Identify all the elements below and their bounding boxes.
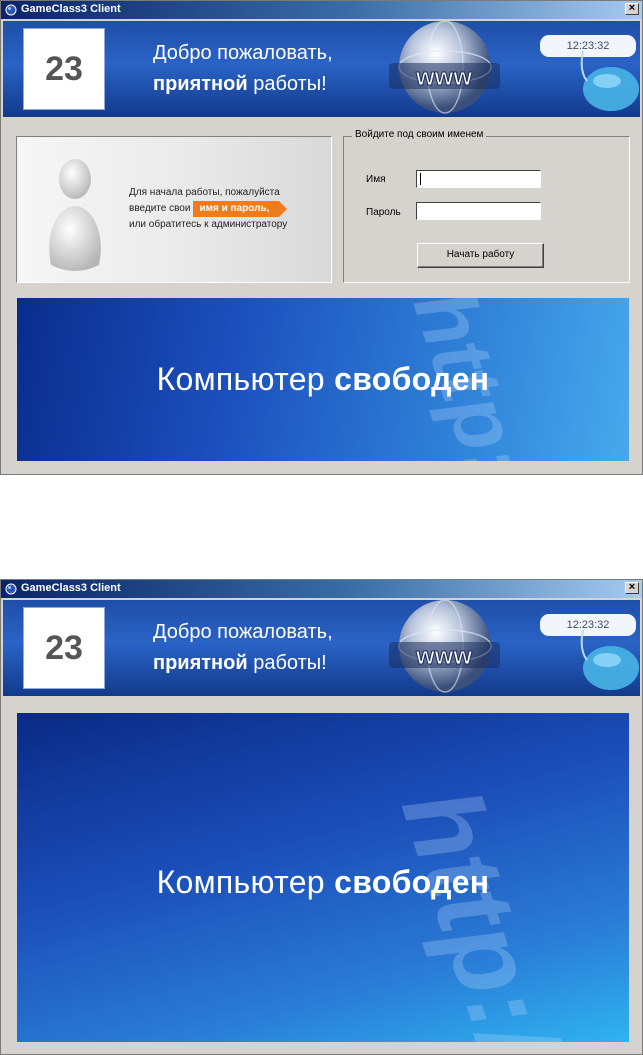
hint-line-1: Для начала работы, пожалуйста: [129, 187, 280, 198]
http-watermark: http://: [378, 773, 590, 1042]
client-window-login: GameClass3 Client × 23 Добро пожаловать,…: [0, 0, 643, 475]
welcome-banner: 23 Добро пожаловать, приятной работы! ww…: [3, 21, 640, 117]
user-silhouette-icon: [49, 159, 101, 271]
mouse-icon: [580, 51, 639, 111]
station-number: 23: [23, 607, 105, 689]
password-label: Пароль: [366, 207, 401, 218]
status-text-bold: свободен: [334, 361, 490, 397]
status-text-bold: свободен: [334, 864, 490, 900]
mouse-icon: [580, 630, 639, 690]
globe-text: www: [415, 64, 472, 91]
welcome-line-1: Добро пожаловать,: [153, 621, 333, 643]
close-button[interactable]: ×: [625, 3, 639, 15]
status-text: Компьютер свободен: [17, 864, 629, 901]
text-caret: [420, 173, 421, 185]
status-panel: http:// Компьютер свободен: [17, 298, 629, 461]
login-legend: Войдите под своим именем: [352, 129, 487, 140]
password-input[interactable]: [416, 202, 541, 220]
welcome-bold: приятной: [153, 73, 248, 95]
login-groupbox: Войдите под своим именем Имя Пароль Нача…: [343, 129, 630, 283]
client-window-free: GameClass3 Client × 23 Добро пожаловать,…: [0, 579, 643, 1055]
window-title: GameClass3 Client: [21, 3, 121, 15]
name-label: Имя: [366, 174, 386, 185]
status-text-regular: Компьютер: [156, 361, 325, 397]
hint-highlight-arrow: имя и пароль,: [193, 201, 288, 217]
globe-www-icon: www: [389, 600, 500, 693]
welcome-line-2: приятной работы!: [153, 652, 327, 675]
hint-line-2-prefix: введите свои: [129, 203, 191, 214]
welcome-line-2: приятной работы!: [153, 73, 327, 96]
welcome-bold: приятной: [153, 652, 248, 674]
title-bar[interactable]: GameClass3 Client ×: [1, 1, 642, 19]
welcome-rest: работы!: [253, 652, 327, 674]
globe-www-icon: www: [389, 21, 500, 114]
globe-text: www: [415, 643, 472, 670]
station-number: 23: [23, 28, 105, 110]
close-button[interactable]: ×: [625, 582, 639, 594]
login-hint-text: Для начала работы, пожалуйста введите св…: [129, 185, 288, 233]
status-text: Компьютер свободен: [17, 361, 629, 398]
name-input[interactable]: [416, 170, 541, 188]
title-bar[interactable]: GameClass3 Client ×: [1, 580, 642, 598]
window-title: GameClass3 Client: [21, 582, 121, 594]
app-icon: [5, 4, 17, 16]
hint-line-3: или обратитесь к администратору: [129, 219, 288, 230]
app-icon: [5, 583, 17, 595]
login-hint-panel: Для начала работы, пожалуйста введите св…: [16, 136, 332, 283]
start-work-button[interactable]: Начать работу: [417, 243, 544, 268]
hint-line-2: введите свои имя и пароль,: [129, 201, 288, 217]
welcome-banner: 23 Добро пожаловать, приятной работы! ww…: [3, 600, 640, 696]
welcome-line-1: Добро пожаловать,: [153, 42, 333, 64]
status-panel: http:// Компьютер свободен: [17, 713, 629, 1042]
welcome-rest: работы!: [253, 73, 327, 95]
status-text-regular: Компьютер: [156, 864, 325, 900]
